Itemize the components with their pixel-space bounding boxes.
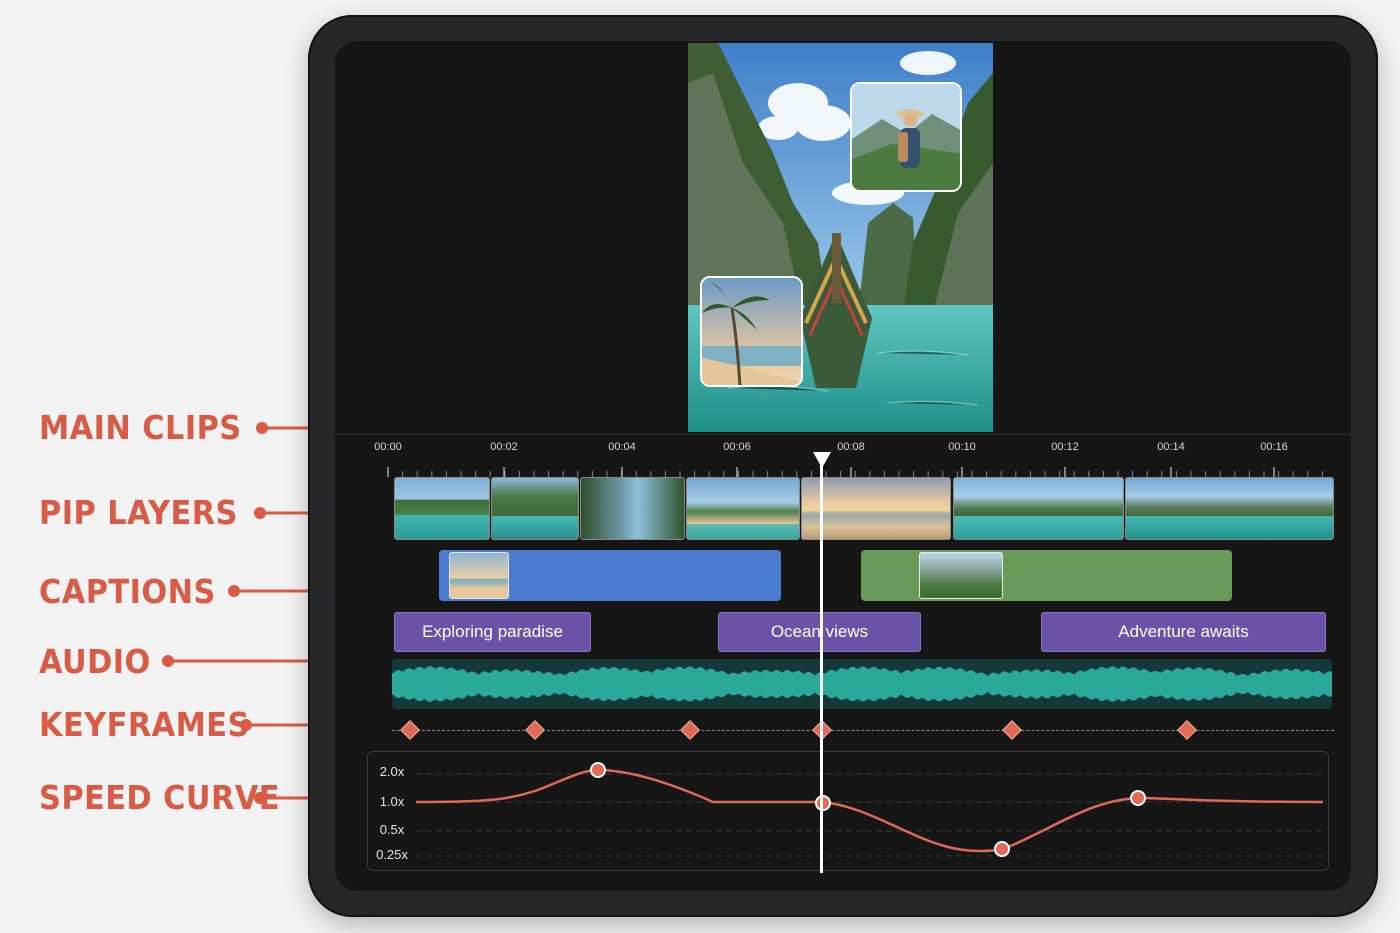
speed-point — [1130, 790, 1146, 806]
pip-overlay-hiker[interactable] — [850, 82, 962, 192]
keyframe-diamond-icon[interactable] — [680, 720, 700, 740]
tick-label: 00:04 — [608, 441, 636, 453]
pip-overlay-beach[interactable] — [700, 276, 803, 387]
pip-layer-green[interactable] — [861, 550, 1232, 601]
keyframe-diamond-icon[interactable] — [1002, 720, 1022, 740]
speed-point — [815, 795, 831, 811]
video-preview[interactable] — [688, 43, 993, 432]
tick-label: 00:14 — [1157, 441, 1185, 453]
editor-screen: 00:00 00:02 00:04 00:06 00:08 00:10 00:1… — [335, 41, 1351, 891]
speed-curve-graph[interactable] — [368, 752, 1330, 872]
main-clip[interactable] — [1125, 477, 1334, 540]
ruler-divider — [335, 434, 1351, 435]
callout-keyframes: KEYFRAMES — [39, 705, 250, 744]
callout-pip-layers: PIP LAYERS — [39, 493, 238, 532]
tick-label: 00:12 — [1051, 441, 1079, 453]
keyframe-diamond-icon[interactable] — [1177, 720, 1197, 740]
callout-audio: AUDIO — [39, 642, 151, 681]
speed-point — [590, 762, 606, 778]
audio-track[interactable] — [392, 659, 1332, 709]
tick-label: 00:02 — [490, 441, 518, 453]
main-clip[interactable] — [394, 477, 490, 540]
main-clip[interactable] — [801, 477, 951, 540]
callout-captions: CAPTIONS — [39, 572, 216, 611]
main-clip[interactable] — [580, 477, 685, 540]
tick-label: 00:00 — [374, 441, 402, 453]
tick-label: 00:06 — [723, 441, 751, 453]
speed-point — [994, 841, 1010, 857]
pip-layer-thumbnail — [919, 552, 1003, 599]
callout-main-clips: MAIN CLIPS — [39, 408, 242, 447]
speed-curve-panel[interactable]: 2.0x 1.0x 0.5x 0.25x — [367, 751, 1329, 871]
main-clip[interactable] — [686, 477, 800, 540]
tick-label: 00:10 — [948, 441, 976, 453]
playhead-line[interactable] — [820, 455, 823, 873]
keyframe-diamond-icon[interactable] — [400, 720, 420, 740]
pip-layer-blue[interactable] — [439, 550, 781, 601]
tablet-device: 00:00 00:02 00:04 00:06 00:08 00:10 00:1… — [308, 15, 1378, 917]
main-clip[interactable] — [491, 477, 579, 540]
caption-adventure-awaits[interactable]: Adventure awaits — [1041, 612, 1326, 652]
caption-exploring-paradise[interactable]: Exploring paradise — [394, 612, 591, 652]
playhead-marker-icon[interactable] — [813, 452, 831, 468]
keyframe-diamond-icon[interactable] — [525, 720, 545, 740]
tick-label: 00:16 — [1260, 441, 1288, 453]
pip-layer-thumbnail — [449, 552, 509, 599]
callout-speed-curve: SPEED CURVE — [39, 778, 280, 817]
audio-waveform — [392, 666, 1332, 702]
main-clip[interactable] — [953, 477, 1124, 540]
